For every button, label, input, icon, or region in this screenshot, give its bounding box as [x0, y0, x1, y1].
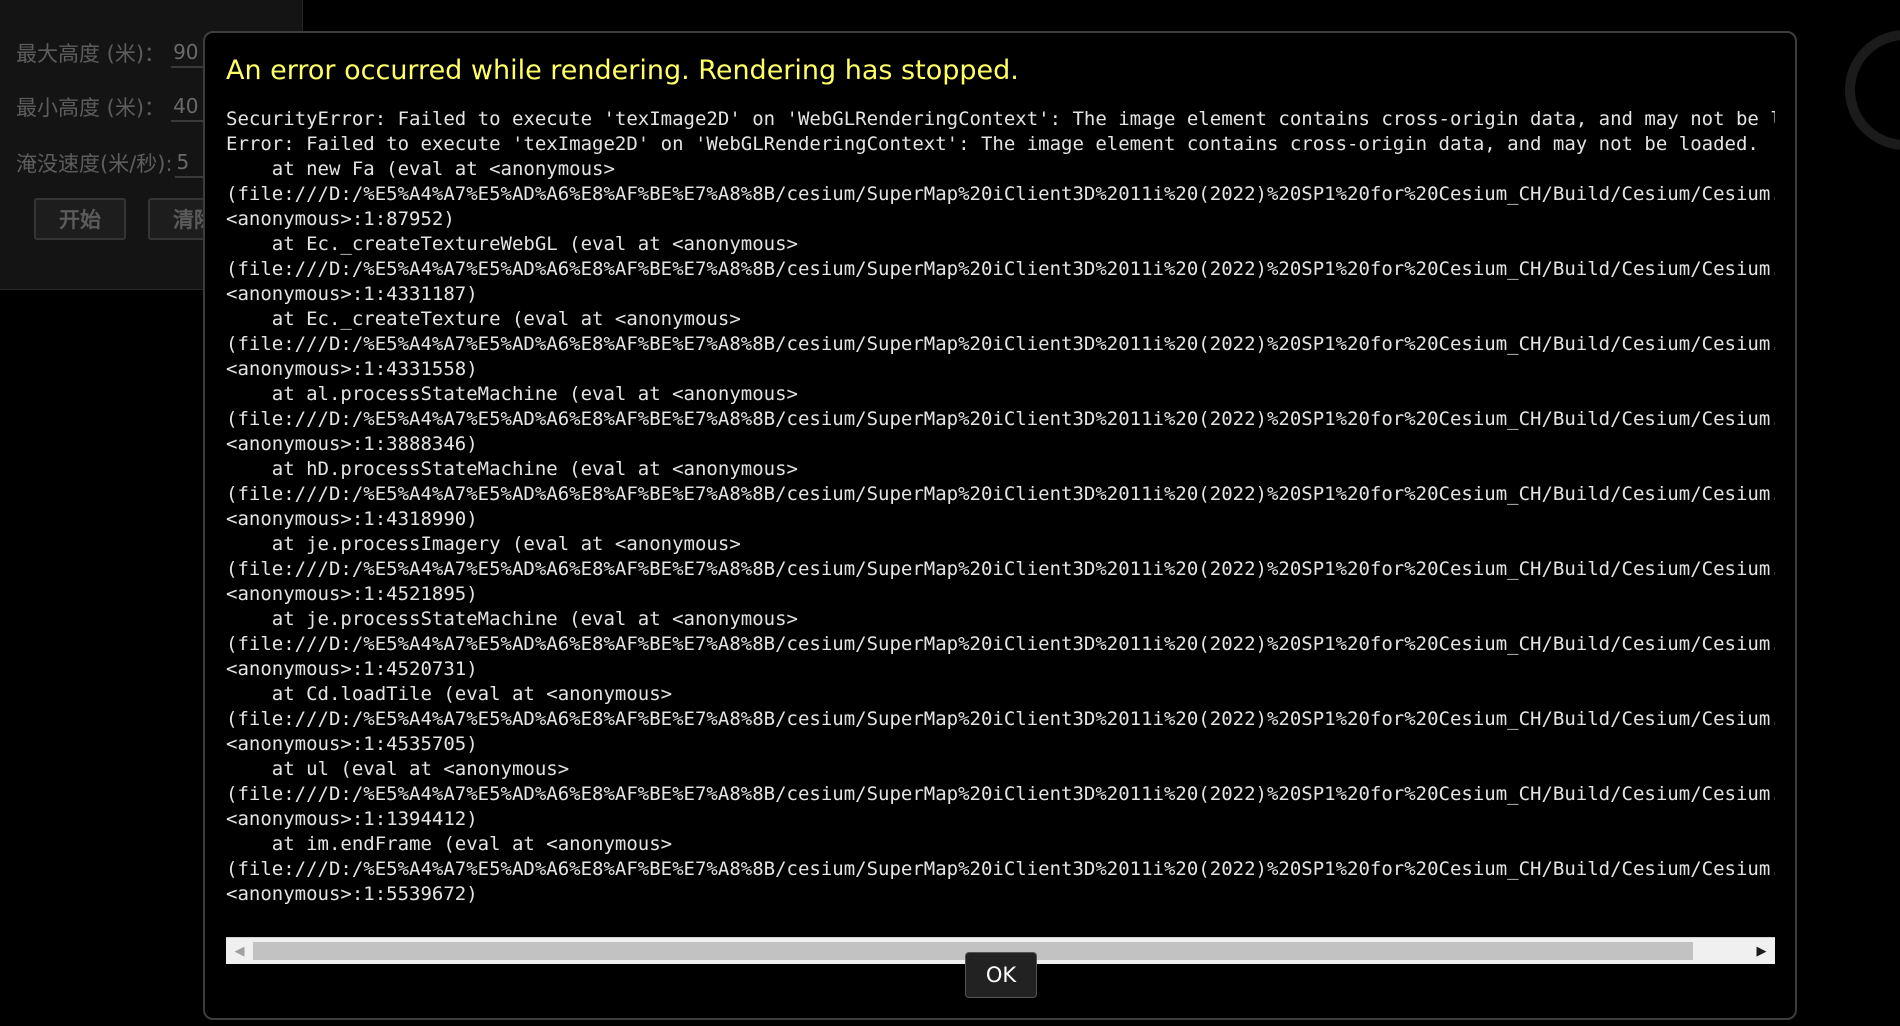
compass-ring-icon	[1845, 30, 1900, 150]
error-message-area: SecurityError: Failed to execute 'texIma…	[226, 107, 1775, 937]
error-line: <anonymous>:1:4535705)	[226, 733, 478, 755]
error-line: at je.processImagery (eval at <anonymous…	[226, 533, 741, 555]
error-line: at al.processStateMachine (eval at <anon…	[226, 383, 798, 405]
error-line: (file:///D:/%E5%A4%A7%E5%AD%A6%E8%AF%BE%…	[226, 408, 1775, 430]
error-line: at Cd.loadTile (eval at <anonymous>	[226, 683, 673, 705]
error-line: <anonymous>:1:4331558)	[226, 358, 478, 380]
error-line: at ul (eval at <anonymous>	[226, 758, 570, 780]
cesium-viewer: 最大高度 (米)： 最小高度 (米)： 淹没速度(米/秒): 开始 清除 An …	[0, 0, 1900, 1026]
error-line: at new Fa (eval at <anonymous>	[226, 158, 615, 180]
scroll-left-icon[interactable]: ◀	[226, 938, 253, 964]
ok-button[interactable]: OK	[965, 952, 1037, 998]
error-line: <anonymous>:1:3888346)	[226, 433, 478, 455]
max-height-label: 最大高度 (米)：	[16, 42, 166, 66]
error-line: at hD.processStateMachine (eval at <anon…	[226, 458, 798, 480]
error-line: at Ec._createTexture (eval at <anonymous…	[226, 308, 741, 330]
error-line: (file:///D:/%E5%A4%A7%E5%AD%A6%E8%AF%BE%…	[226, 633, 1775, 655]
error-line: (file:///D:/%E5%A4%A7%E5%AD%A6%E8%AF%BE%…	[226, 333, 1775, 355]
error-line: at Ec._createTextureWebGL (eval at <anon…	[226, 233, 798, 255]
render-error-dialog: An error occurred while rendering. Rende…	[203, 31, 1797, 1020]
dialog-title: An error occurred while rendering. Rende…	[226, 55, 1019, 86]
min-height-label: 最小高度 (米)：	[16, 96, 166, 120]
error-line: <anonymous>:1:4331187)	[226, 283, 478, 305]
scroll-right-icon[interactable]: ▶	[1748, 938, 1775, 964]
error-line: <anonymous>:1:4520731)	[226, 658, 478, 680]
error-line: (file:///D:/%E5%A4%A7%E5%AD%A6%E8%AF%BE%…	[226, 183, 1775, 205]
error-line: (file:///D:/%E5%A4%A7%E5%AD%A6%E8%AF%BE%…	[226, 558, 1775, 580]
error-line: (file:///D:/%E5%A4%A7%E5%AD%A6%E8%AF%BE%…	[226, 483, 1775, 505]
error-line: at im.endFrame (eval at <anonymous>	[226, 833, 673, 855]
error-line: (file:///D:/%E5%A4%A7%E5%AD%A6%E8%AF%BE%…	[226, 258, 1775, 280]
error-line: SecurityError: Failed to execute 'texIma…	[226, 108, 1775, 130]
error-line: at je.processStateMachine (eval at <anon…	[226, 608, 798, 630]
error-line: <anonymous>:1:1394412)	[226, 808, 478, 830]
error-line: (file:///D:/%E5%A4%A7%E5%AD%A6%E8%AF%BE%…	[226, 858, 1775, 880]
start-button[interactable]: 开始	[34, 198, 126, 240]
speed-label: 淹没速度(米/秒):	[16, 152, 173, 176]
error-line: <anonymous>:1:4521895)	[226, 583, 478, 605]
error-line: Error: Failed to execute 'texImage2D' on…	[226, 133, 1759, 155]
error-line: (file:///D:/%E5%A4%A7%E5%AD%A6%E8%AF%BE%…	[226, 708, 1775, 730]
error-line: <anonymous>:1:5539672)	[226, 883, 478, 905]
error-line: <anonymous>:1:4318990)	[226, 508, 478, 530]
error-stack-trace: SecurityError: Failed to execute 'texIma…	[226, 107, 1775, 907]
error-line: (file:///D:/%E5%A4%A7%E5%AD%A6%E8%AF%BE%…	[226, 783, 1775, 805]
error-line: <anonymous>:1:87952)	[226, 208, 455, 230]
